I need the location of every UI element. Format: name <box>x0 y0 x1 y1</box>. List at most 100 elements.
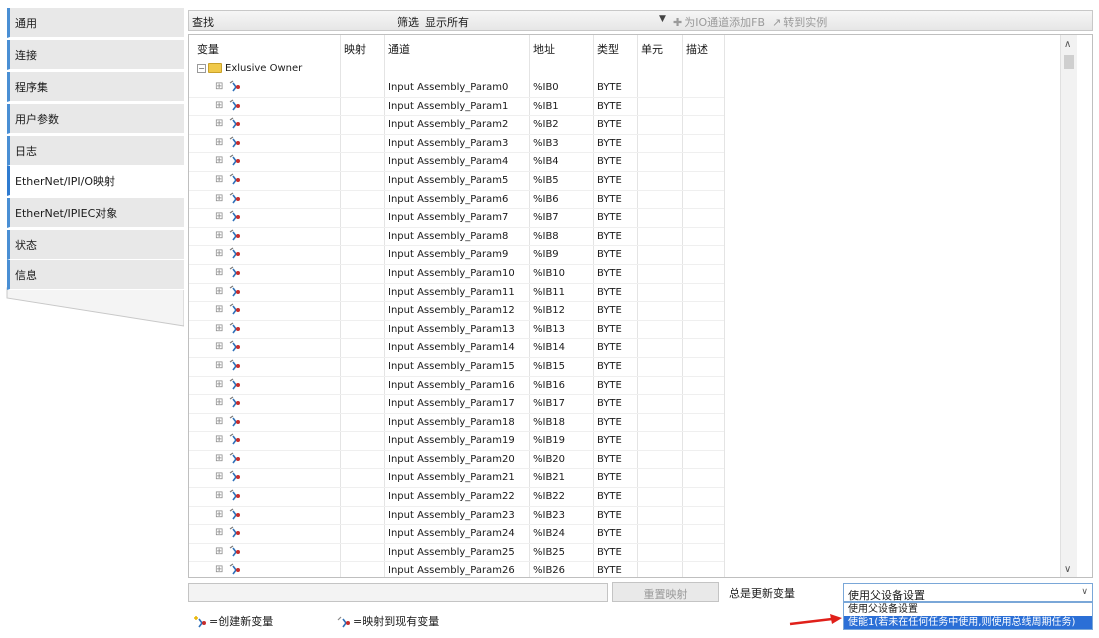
sidebar-item-info[interactable]: 信息 <box>7 260 184 290</box>
expand-icon[interactable]: ⊞ <box>215 471 223 482</box>
sidebar-item-io-mapping[interactable]: EtherNet/IPI/O映射 <box>7 166 184 196</box>
table-row[interactable]: ⊞ Input Assembly_Param12 %IB12 BYTE <box>189 302 724 321</box>
goto-instance-button[interactable]: ↗ 转到实例 <box>772 14 827 30</box>
update-variables-select[interactable]: 使用父设备设置 ∨ <box>843 583 1093 602</box>
table-row[interactable]: ⊞ Input Assembly_Param11 %IB11 BYTE <box>189 284 724 303</box>
collapse-icon[interactable]: − <box>197 63 206 73</box>
table-row[interactable]: ⊞ Input Assembly_Param14 %IB14 BYTE <box>189 339 724 358</box>
sidebar-item-user-params[interactable]: 用户参数 <box>7 104 184 134</box>
expand-icon[interactable]: ⊞ <box>215 434 223 445</box>
io-channel-icon <box>229 154 240 166</box>
address-cell: %IB2 <box>533 119 559 131</box>
type-cell: BYTE <box>597 379 622 391</box>
table-row[interactable]: ⊞ Input Assembly_Param25 %IB25 BYTE <box>189 544 724 563</box>
column-header-channel[interactable]: 通道 <box>388 41 410 57</box>
column-header-variable[interactable]: 变量 <box>197 41 219 57</box>
table-row[interactable]: ⊞ Input Assembly_Param5 %IB5 BYTE <box>189 172 724 191</box>
expand-icon[interactable]: ⊞ <box>215 286 223 297</box>
add-icon: ✚ <box>673 16 683 29</box>
expand-icon[interactable]: ⊞ <box>215 304 223 315</box>
goto-icon: ↗ <box>772 16 782 29</box>
expand-icon[interactable]: ⊞ <box>215 509 223 520</box>
table-row[interactable]: ⊞ Input Assembly_Param7 %IB7 BYTE <box>189 209 724 228</box>
expand-icon[interactable]: ⊞ <box>215 211 223 222</box>
column-header-unit[interactable]: 单元 <box>641 41 663 57</box>
chevron-down-icon[interactable]: ∨ <box>1081 587 1088 597</box>
reset-mapping-button[interactable]: 重置映射 <box>612 582 719 602</box>
expand-icon[interactable]: ⊞ <box>215 248 223 259</box>
vertical-scrollbar[interactable]: ∧ ∨ <box>1060 35 1077 577</box>
expand-icon[interactable]: ⊞ <box>215 174 223 185</box>
expand-icon[interactable]: ⊞ <box>215 546 223 557</box>
expand-icon[interactable]: ⊞ <box>215 453 223 464</box>
find-input[interactable] <box>215 12 410 29</box>
table-row[interactable]: ⊞ Input Assembly_Param26 %IB26 BYTE <box>189 562 724 577</box>
scroll-up-icon[interactable]: ∧ <box>1064 39 1071 50</box>
table-row[interactable]: ⊞ Input Assembly_Param4 %IB4 BYTE <box>189 153 724 172</box>
sidebar-item-label: 状态 <box>15 239 37 252</box>
io-channel-icon <box>229 378 240 389</box>
expand-icon[interactable]: ⊞ <box>215 118 223 129</box>
table-row[interactable]: ⊞ Input Assembly_Param22 %IB22 BYTE <box>189 488 724 507</box>
table-row[interactable]: ⊞ Input Assembly_Param24 %IB24 BYTE <box>189 525 724 544</box>
expand-icon[interactable]: ⊞ <box>215 230 223 241</box>
table-row[interactable]: ⊞ Input Assembly_Param3 %IB3 BYTE <box>189 135 724 154</box>
filter-select[interactable]: 显示所有 <box>425 14 469 30</box>
expand-icon[interactable]: ⊞ <box>215 155 223 166</box>
column-header-address[interactable]: 地址 <box>533 41 555 57</box>
table-row[interactable]: ⊞ Input Assembly_Param19 %IB19 BYTE <box>189 432 724 451</box>
sidebar-item-label: 信息 <box>15 269 37 282</box>
table-row[interactable]: ⊞ Input Assembly_Param0 %IB0 BYTE <box>189 79 724 98</box>
sidebar-item-general[interactable]: 通用 <box>7 8 184 38</box>
table-row[interactable]: ⊞ Input Assembly_Param17 %IB17 BYTE <box>189 395 724 414</box>
dropdown-option-use-parent[interactable]: 使用父设备设置 <box>844 603 1092 616</box>
find-label: 查找 <box>192 16 214 29</box>
expand-icon[interactable]: ⊞ <box>215 341 223 352</box>
expand-icon[interactable]: ⊞ <box>215 397 223 408</box>
sidebar-item-connection[interactable]: 连接 <box>7 40 184 70</box>
dropdown-option-enable-1[interactable]: 使能1(若未在任何任务中使用,则使用总线周期任务) <box>844 616 1092 629</box>
table-row[interactable]: ⊞ Input Assembly_Param20 %IB20 BYTE <box>189 451 724 470</box>
table-row[interactable]: ⊞ Input Assembly_Param2 %IB2 BYTE <box>189 116 724 135</box>
expand-icon[interactable]: ⊞ <box>215 100 223 111</box>
table-row[interactable]: ⊞ Input Assembly_Param6 %IB6 BYTE <box>189 191 724 210</box>
expand-icon[interactable]: ⊞ <box>215 193 223 204</box>
table-row[interactable]: ⊞ Input Assembly_Param8 %IB8 BYTE <box>189 228 724 247</box>
group-row[interactable]: − Exlusive Owner <box>197 63 302 79</box>
sidebar-item-iec-objects[interactable]: EtherNet/IPIEC对象 <box>7 198 184 228</box>
add-fb-button[interactable]: ✚ 为IO通道添加FB <box>673 14 765 30</box>
sidebar-item-label: 用户参数 <box>15 113 59 126</box>
table-row[interactable]: ⊞ Input Assembly_Param10 %IB10 BYTE <box>189 265 724 284</box>
expand-icon[interactable]: ⊞ <box>215 360 223 371</box>
type-cell: BYTE <box>597 305 622 317</box>
red-arrow-annotation <box>789 614 842 626</box>
expand-icon[interactable]: ⊞ <box>215 323 223 334</box>
table-row[interactable]: ⊞ Input Assembly_Param16 %IB16 BYTE <box>189 377 724 396</box>
table-row[interactable]: ⊞ Input Assembly_Param21 %IB21 BYTE <box>189 469 724 489</box>
sidebar-item-log[interactable]: 日志 <box>7 136 184 166</box>
chevron-down-icon[interactable]: ▼ <box>659 14 666 24</box>
folder-icon <box>208 63 222 73</box>
expand-icon[interactable]: ⊞ <box>215 379 223 390</box>
expand-icon[interactable]: ⊞ <box>215 564 223 575</box>
expand-icon[interactable]: ⊞ <box>215 267 223 278</box>
column-header-mapping[interactable]: 映射 <box>344 41 366 57</box>
table-row[interactable]: ⊞ Input Assembly_Param23 %IB23 BYTE <box>189 507 724 526</box>
table-row[interactable]: ⊞ Input Assembly_Param13 %IB13 BYTE <box>189 321 724 340</box>
expand-icon[interactable]: ⊞ <box>215 490 223 501</box>
table-row[interactable]: ⊞ Input Assembly_Param15 %IB15 BYTE <box>189 358 724 377</box>
table-row[interactable]: ⊞ Input Assembly_Param9 %IB9 BYTE <box>189 246 724 265</box>
expand-icon[interactable]: ⊞ <box>215 416 223 427</box>
scroll-down-icon[interactable]: ∨ <box>1064 564 1071 575</box>
column-header-description[interactable]: 描述 <box>686 41 708 57</box>
column-header-type[interactable]: 类型 <box>597 41 619 57</box>
expand-icon[interactable]: ⊞ <box>215 527 223 538</box>
table-row[interactable]: ⊞ Input Assembly_Param18 %IB18 BYTE <box>189 414 724 433</box>
channel-cell: Input Assembly_Param15 <box>388 360 515 372</box>
sidebar-item-assembly[interactable]: 程序集 <box>7 72 184 102</box>
table-row[interactable]: ⊞ Input Assembly_Param1 %IB1 BYTE <box>189 98 724 117</box>
expand-icon[interactable]: ⊞ <box>215 81 223 92</box>
sidebar-item-status[interactable]: 状态 <box>7 230 184 260</box>
expand-icon[interactable]: ⊞ <box>215 137 223 148</box>
scrollbar-thumb[interactable] <box>1064 55 1074 69</box>
